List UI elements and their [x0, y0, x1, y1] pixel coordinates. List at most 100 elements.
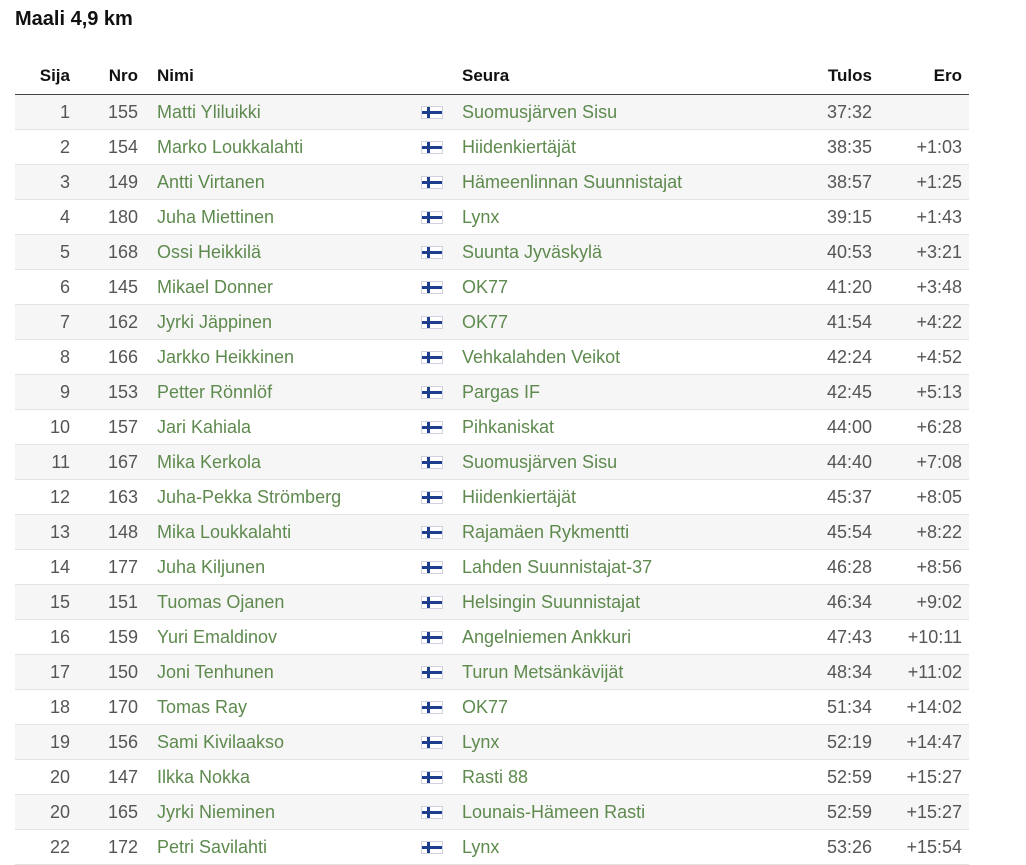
club-link[interactable]: Lynx — [462, 207, 499, 227]
column-header-sija[interactable]: Sija — [15, 58, 70, 95]
cell-tulos: 52:59 — [792, 759, 872, 795]
column-header-ero[interactable]: Ero — [872, 58, 969, 95]
cell-seura: Rajamäen Rykmentti — [451, 514, 792, 550]
runner-name-link[interactable]: Sami Kivilaakso — [157, 732, 284, 752]
club-link[interactable]: Hiidenkiertäjät — [462, 137, 576, 157]
club-link[interactable]: OK77 — [462, 312, 508, 332]
table-row: 17 150 Joni Tenhunen Turun Metsänkävijät 48:… — [15, 654, 969, 690]
club-link[interactable]: Vehkalahden Veikot — [462, 347, 620, 367]
runner-name-link[interactable]: Petter Rönnlöf — [157, 382, 272, 402]
runner-name-link[interactable]: Jyrki Nieminen — [157, 802, 275, 822]
column-header-nro[interactable]: Nro — [70, 58, 138, 95]
club-link[interactable]: Hämeenlinnan Suunnistajat — [462, 172, 682, 192]
table-row: 20 165 Jyrki Nieminen Lounais-Hämeen Rasti 5… — [15, 794, 969, 830]
runner-name-link[interactable]: Petri Savilahti — [157, 837, 267, 857]
club-link[interactable]: Pihkaniskat — [462, 417, 554, 437]
cell-nro: 156 — [70, 724, 138, 760]
cell-ero: +5:13 — [872, 374, 969, 410]
runner-name-link[interactable]: Marko Loukkalahti — [157, 137, 303, 157]
cell-nimi: Jyrki Nieminen — [138, 794, 421, 830]
runner-name-link[interactable]: Tomas Ray — [157, 697, 247, 717]
cell-nimi: Matti Yliluikki — [138, 94, 421, 130]
finland-flag-icon — [421, 666, 443, 680]
cell-flag — [421, 199, 451, 235]
runner-name-link[interactable]: Mika Loukkalahti — [157, 522, 291, 542]
cell-ero: +1:25 — [872, 164, 969, 200]
runner-name-link[interactable]: Jarkko Heikkinen — [157, 347, 294, 367]
cell-ero: +8:56 — [872, 549, 969, 585]
column-header-tulos[interactable]: Tulos — [792, 58, 872, 95]
cell-flag — [421, 304, 451, 340]
club-link[interactable]: Turun Metsänkävijät — [462, 662, 623, 682]
cell-ero: +3:48 — [872, 269, 969, 305]
finland-flag-icon — [421, 211, 443, 225]
runner-name-link[interactable]: Ossi Heikkilä — [157, 242, 261, 262]
runner-name-link[interactable]: Joni Tenhunen — [157, 662, 274, 682]
cell-ero: +4:22 — [872, 304, 969, 340]
cell-tulos: 46:34 — [792, 584, 872, 620]
column-header-flag — [421, 58, 451, 95]
club-link[interactable]: OK77 — [462, 277, 508, 297]
runner-name-link[interactable]: Jari Kahiala — [157, 417, 251, 437]
cell-ero: +14:02 — [872, 689, 969, 725]
club-link[interactable]: Suomusjärven Sisu — [462, 102, 617, 122]
cell-nimi: Juha Miettinen — [138, 199, 421, 235]
runner-name-link[interactable]: Juha-Pekka Strömberg — [157, 487, 341, 507]
cell-tulos: 38:35 — [792, 129, 872, 165]
club-link[interactable]: Lynx — [462, 732, 499, 752]
cell-ero: +14:47 — [872, 724, 969, 760]
cell-seura: Suunta Jyväskylä — [451, 234, 792, 270]
club-link[interactable]: Rajamäen Rykmentti — [462, 522, 629, 542]
club-link[interactable]: Hiidenkiertäjät — [462, 487, 576, 507]
cell-nro: 155 — [70, 94, 138, 130]
cell-nimi: Marko Loukkalahti — [138, 129, 421, 165]
finland-flag-icon — [421, 631, 443, 645]
cell-nimi: Mika Loukkalahti — [138, 514, 421, 550]
runner-name-link[interactable]: Juha Miettinen — [157, 207, 274, 227]
cell-seura: Suomusjärven Sisu — [451, 94, 792, 130]
runner-name-link[interactable]: Juha Kiljunen — [157, 557, 265, 577]
cell-nimi: Mikael Donner — [138, 269, 421, 305]
runner-name-link[interactable]: Antti Virtanen — [157, 172, 265, 192]
cell-tulos: 42:24 — [792, 339, 872, 375]
finland-flag-icon — [421, 106, 443, 120]
cell-nimi: Ilkka Nokka — [138, 759, 421, 795]
finland-flag-icon — [421, 841, 443, 855]
club-link[interactable]: Rasti 88 — [462, 767, 528, 787]
runner-name-link[interactable]: Matti Yliluikki — [157, 102, 261, 122]
finland-flag-icon — [421, 806, 443, 820]
column-header-seura[interactable]: Seura — [451, 58, 792, 95]
runner-name-link[interactable]: Mikael Donner — [157, 277, 273, 297]
cell-sija: 7 — [15, 304, 70, 340]
club-link[interactable]: Suunta Jyväskylä — [462, 242, 602, 262]
club-link[interactable]: Lounais-Hämeen Rasti — [462, 802, 645, 822]
cell-tulos: 41:20 — [792, 269, 872, 305]
column-header-nimi[interactable]: Nimi — [138, 58, 421, 95]
finland-flag-icon — [421, 141, 443, 155]
club-link[interactable]: Helsingin Suunnistajat — [462, 592, 640, 612]
cell-nro: 153 — [70, 374, 138, 410]
cell-sija: 14 — [15, 549, 70, 585]
cell-tulos: 44:00 — [792, 409, 872, 445]
club-link[interactable]: Angelniemen Ankkuri — [462, 627, 631, 647]
club-link[interactable]: Lynx — [462, 837, 499, 857]
club-link[interactable]: Suomusjärven Sisu — [462, 452, 617, 472]
cell-nimi: Joni Tenhunen — [138, 654, 421, 690]
cell-seura: Turun Metsänkävijät — [451, 654, 792, 690]
club-link[interactable]: Pargas IF — [462, 382, 540, 402]
table-row: 9 153 Petter Rönnlöf Pargas IF 42:45 +5:13 — [15, 374, 969, 410]
runner-name-link[interactable]: Mika Kerkola — [157, 452, 261, 472]
table-row: 15 151 Tuomas Ojanen Helsingin Suunnistajat… — [15, 584, 969, 620]
runner-name-link[interactable]: Jyrki Jäppinen — [157, 312, 272, 332]
cell-seura: Helsingin Suunnistajat — [451, 584, 792, 620]
club-link[interactable]: OK77 — [462, 697, 508, 717]
runner-name-link[interactable]: Ilkka Nokka — [157, 767, 250, 787]
runner-name-link[interactable]: Yuri Emaldinov — [157, 627, 277, 647]
club-link[interactable]: Lahden Suunnistajat-37 — [462, 557, 652, 577]
cell-seura: Hiidenkiertäjät — [451, 129, 792, 165]
cell-nro: 180 — [70, 199, 138, 235]
runner-name-link[interactable]: Tuomas Ojanen — [157, 592, 284, 612]
finland-flag-icon — [421, 386, 443, 400]
table-row: 2 154 Marko Loukkalahti Hiidenkiertäjät 38:3… — [15, 129, 969, 165]
cell-nro: 167 — [70, 444, 138, 480]
